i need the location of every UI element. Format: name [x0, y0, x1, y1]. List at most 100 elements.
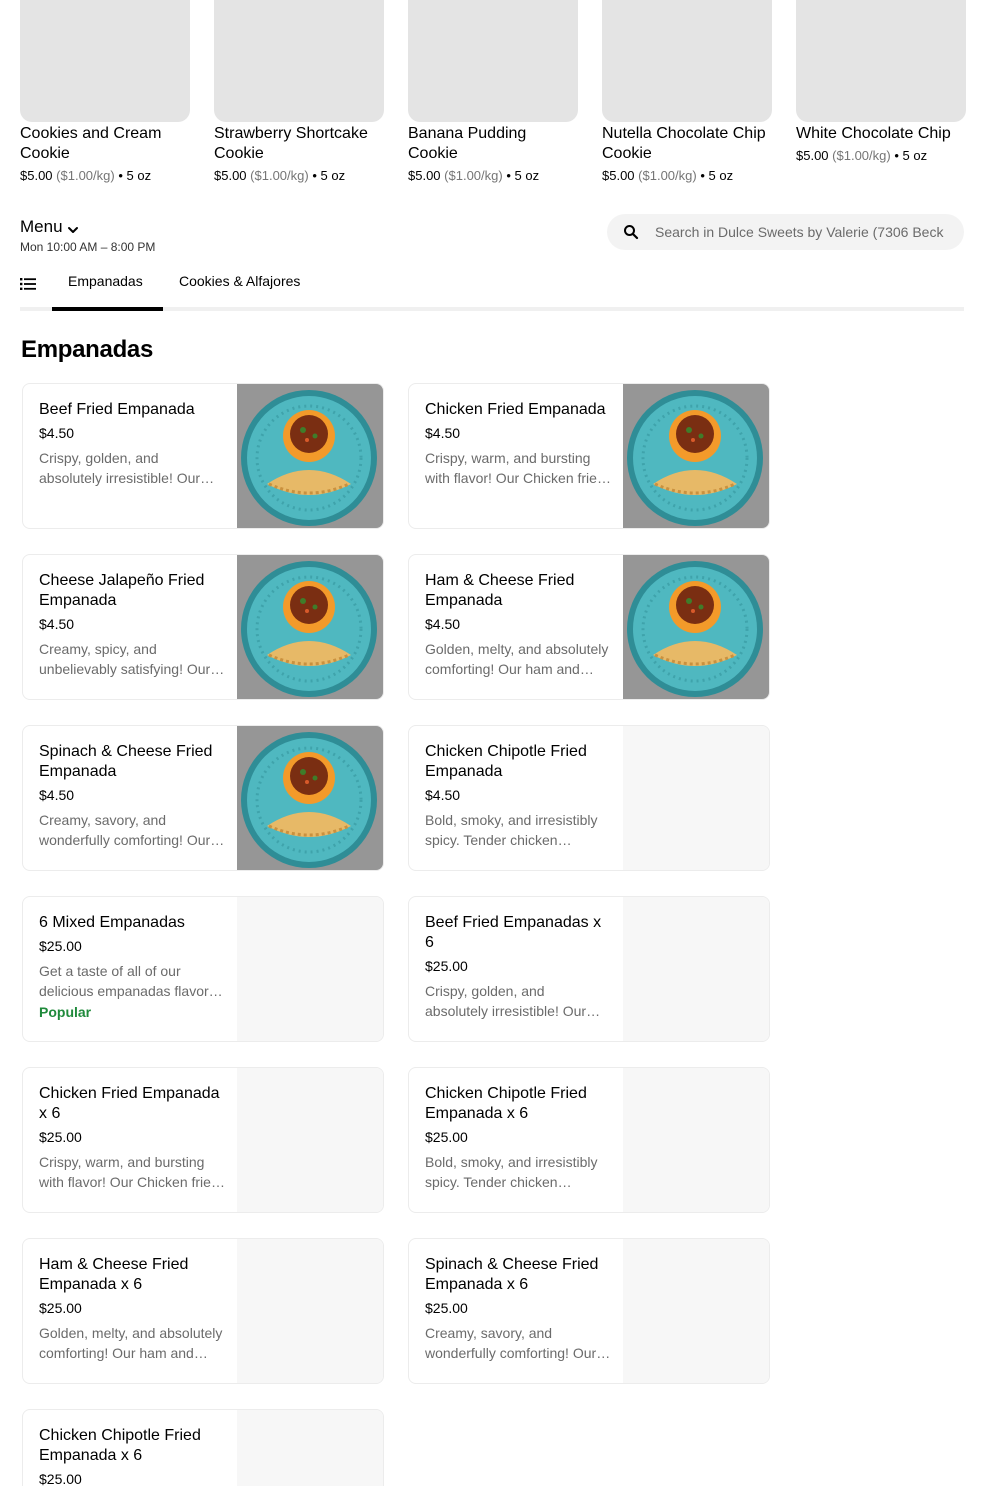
- menu-item-card[interactable]: Spinach & Cheese Fried Empanada x 6 $25.…: [408, 1238, 770, 1384]
- menu-item-price: $4.50: [39, 787, 75, 803]
- menu-item-description: Golden, melty, and absolutely comforting…: [425, 641, 609, 677]
- menu-item-price: $4.50: [425, 787, 461, 803]
- menu-item-name: Beef Fried Empanadas x 6: [425, 914, 602, 951]
- menu-item-price: $25.00: [425, 958, 468, 974]
- cookie-weight: 5 oz: [126, 168, 152, 183]
- cookie-image-placeholder: [602, 0, 772, 122]
- menu-item-card[interactable]: Chicken Chipotle Fried Empanada $4.50 Bo…: [408, 725, 770, 871]
- menu-item-card[interactable]: Beef Fried Empanadas x 6 $25.00 Crispy, …: [408, 896, 770, 1042]
- cookie-price: $5.00: [408, 168, 441, 183]
- menu-item-text: Chicken Fried Empanada $4.50 Crispy, war…: [425, 400, 611, 488]
- cookie-name: White Chocolate Chip: [796, 125, 951, 142]
- menu-item-price: $25.00: [39, 938, 82, 954]
- search-icon: [623, 224, 639, 240]
- cookie-meta: $5.00 ($1.00/kg) • 5 oz: [408, 167, 578, 185]
- menu-item-text: Beef Fried Empanada $4.50 Crispy, golden…: [39, 400, 225, 488]
- menu-item-card[interactable]: Chicken Chipotle Fried Empanada x 6 $25.…: [22, 1409, 384, 1486]
- meta-separator: •: [700, 168, 705, 183]
- menu-item-name: Beef Fried Empanada: [39, 401, 195, 418]
- cookie-price: $5.00: [602, 168, 635, 183]
- menu-dropdown-button[interactable]: Menu: [20, 217, 79, 237]
- cookie-image-placeholder: [214, 0, 384, 122]
- menu-item-grid: Beef Fried Empanada $4.50 Crispy, golden…: [22, 383, 771, 1486]
- cookie-weight: 5 oz: [320, 168, 346, 183]
- section-title: Empanadas: [21, 336, 154, 363]
- empanada-plate-photo: [237, 555, 383, 699]
- menu-item-card[interactable]: Spinach & Cheese Fried Empanada $4.50 Cr…: [22, 725, 384, 871]
- cookie-price: $5.00: [20, 168, 53, 183]
- store-search-bar[interactable]: [607, 214, 964, 250]
- menu-item-card[interactable]: Ham & Cheese Fried Empanada $4.50 Golden…: [408, 554, 770, 700]
- cookie-unit-price: ($1.00/kg): [250, 168, 309, 183]
- carousel-card[interactable]: Banana Pudding Cookie $5.00 ($1.00/kg) •…: [408, 0, 578, 190]
- tab-cookies-alfajores[interactable]: Cookies & Alfajores: [179, 273, 300, 289]
- cookie-unit-price: ($1.00/kg): [638, 168, 697, 183]
- carousel-card[interactable]: Cookies and Cream Cookie $5.00 ($1.00/kg…: [20, 0, 190, 190]
- carousel-card[interactable]: Nutella Chocolate Chip Cookie $5.00 ($1.…: [602, 0, 772, 190]
- menu-item-name: Ham & Cheese Fried Empanada x 6: [39, 1256, 189, 1293]
- menu-item-name: Chicken Chipotle Fried Empanada x 6: [39, 1427, 201, 1464]
- cookie-meta: $5.00 ($1.00/kg) • 5 oz: [602, 167, 772, 185]
- cookie-name: Strawberry Shortcake Cookie: [214, 125, 368, 162]
- menu-item-price: $4.50: [39, 425, 75, 441]
- cookie-carousel: Cookies and Cream Cookie $5.00 ($1.00/kg…: [20, 0, 966, 190]
- menu-item-name: Spinach & Cheese Fried Empanada x 6: [425, 1256, 599, 1293]
- menu-item-text: Ham & Cheese Fried Empanada x 6 $25.00 G…: [39, 1255, 225, 1363]
- menu-item-description: Get a taste of all of our delicious empa…: [39, 963, 216, 999]
- menu-item-card[interactable]: Chicken Fried Empanada $4.50 Crispy, war…: [408, 383, 770, 529]
- menu-item-name: Cheese Jalapeño Fried Empanada: [39, 572, 205, 609]
- menu-item-image-placeholder: [623, 897, 769, 1041]
- tab-empanadas[interactable]: Empanadas: [68, 273, 143, 289]
- cookie-price: $5.00: [796, 148, 829, 163]
- menu-item-image: [237, 555, 383, 699]
- chevron-down-icon: [67, 221, 79, 233]
- menu-item-text: Spinach & Cheese Fried Empanada x 6 $25.…: [425, 1255, 611, 1363]
- menu-item-price: $4.50: [425, 425, 461, 441]
- menu-item-image-placeholder: [237, 1239, 383, 1383]
- search-input[interactable]: [655, 224, 950, 240]
- meta-separator: •: [894, 148, 899, 163]
- menu-item-text: Chicken Fried Empanada x 6 $25.00 Crispy…: [39, 1084, 225, 1192]
- menu-item-card[interactable]: Chicken Chipotle Fried Empanada x 6 $25.…: [408, 1067, 770, 1213]
- cookie-meta: $5.00 ($1.00/kg) • 5 oz: [796, 147, 966, 165]
- cookie-unit-price: ($1.00/kg): [56, 168, 115, 183]
- meta-separator: •: [118, 168, 123, 183]
- menu-item-description: Creamy, spicy, and unbelievably satisfyi…: [39, 641, 211, 677]
- menu-item-text: Ham & Cheese Fried Empanada $4.50 Golden…: [425, 571, 611, 679]
- menu-item-price: $25.00: [425, 1300, 468, 1316]
- menu-item-description: Crispy, golden, and absolutely irresisti…: [425, 983, 587, 1019]
- menu-item-name: Ham & Cheese Fried Empanada: [425, 572, 575, 609]
- menu-item-card[interactable]: Chicken Fried Empanada x 6 $25.00 Crispy…: [22, 1067, 384, 1213]
- carousel-card[interactable]: Strawberry Shortcake Cookie $5.00 ($1.00…: [214, 0, 384, 190]
- category-tabs: Empanadas Cookies & Alfajores: [20, 262, 964, 311]
- cookie-name: Banana Pudding Cookie: [408, 125, 527, 162]
- menu-item-price: $4.50: [39, 616, 75, 632]
- menu-item-card[interactable]: 6 Mixed Empanadas $25.00 Get a taste of …: [22, 896, 384, 1042]
- meta-separator: •: [506, 168, 511, 183]
- menu-item-card[interactable]: Beef Fried Empanada $4.50 Crispy, golden…: [22, 383, 384, 529]
- menu-item-image-placeholder: [623, 1068, 769, 1212]
- meta-separator: •: [312, 168, 317, 183]
- list-icon[interactable]: [20, 276, 36, 292]
- empanada-plate-photo: [237, 384, 383, 528]
- menu-item-text: Chicken Chipotle Fried Empanada x 6 $25.…: [425, 1084, 611, 1192]
- menu-item-image-placeholder: [237, 897, 383, 1041]
- store-hours: Mon 10:00 AM – 8:00 PM: [20, 240, 156, 254]
- menu-item-price: $4.50: [425, 616, 461, 632]
- menu-item-text: Chicken Chipotle Fried Empanada x 6 $25.…: [39, 1426, 225, 1486]
- menu-item-text: Spinach & Cheese Fried Empanada $4.50 Cr…: [39, 742, 225, 850]
- menu-item-price: $25.00: [425, 1129, 468, 1145]
- popular-badge: Popular: [39, 1004, 92, 1020]
- menu-item-card[interactable]: Cheese Jalapeño Fried Empanada $4.50 Cre…: [22, 554, 384, 700]
- menu-item-description: Bold, smoky, and irresistibly spicy. Ten…: [425, 1154, 598, 1190]
- menu-item-price: $25.00: [39, 1300, 82, 1316]
- empanada-plate-photo: [623, 555, 769, 699]
- menu-item-image: [237, 726, 383, 870]
- menu-item-card[interactable]: Ham & Cheese Fried Empanada x 6 $25.00 G…: [22, 1238, 384, 1384]
- menu-item-description: Creamy, savory, and wonderfully comforti…: [39, 812, 211, 848]
- carousel-card[interactable]: White Chocolate Chip $5.00 ($1.00/kg) • …: [796, 0, 966, 190]
- menu-item-text: Cheese Jalapeño Fried Empanada $4.50 Cre…: [39, 571, 225, 679]
- menu-item-name: Chicken Fried Empanada x 6: [39, 1085, 220, 1122]
- menu-label: Menu: [20, 217, 63, 236]
- cookie-unit-price: ($1.00/kg): [832, 148, 891, 163]
